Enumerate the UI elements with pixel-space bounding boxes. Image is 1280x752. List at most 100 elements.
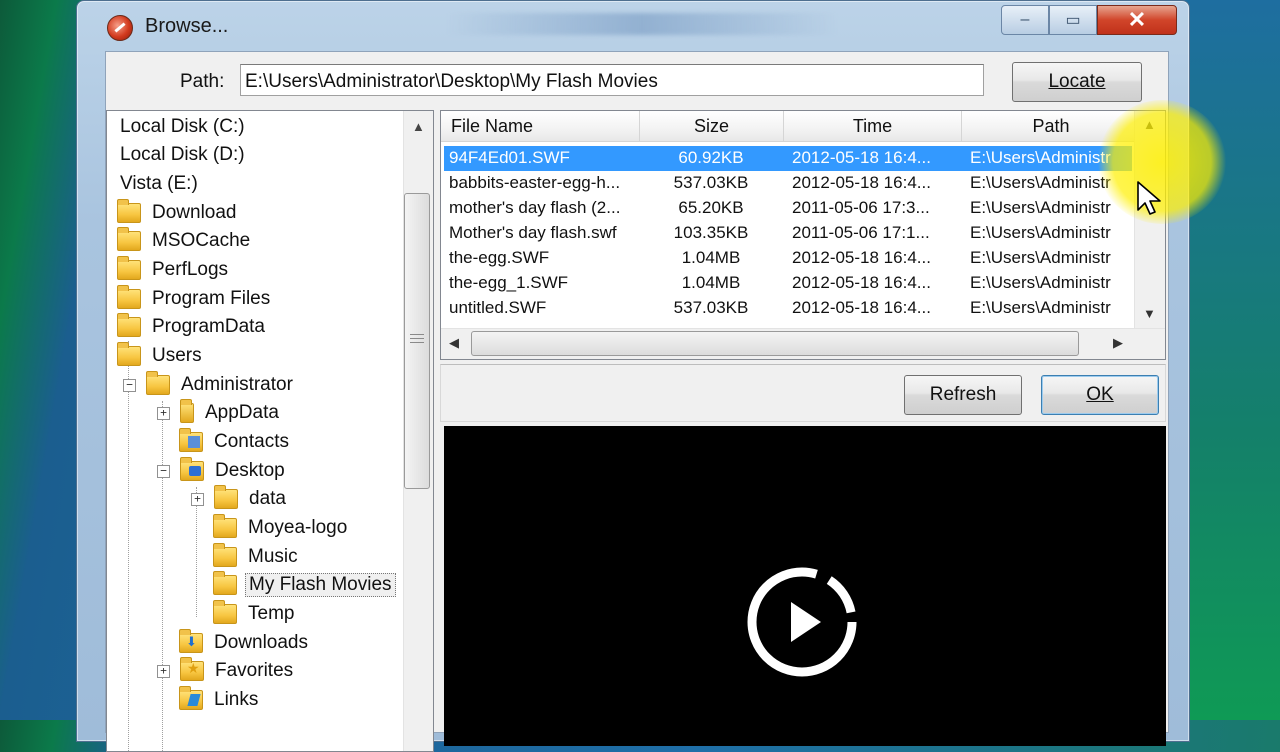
tree-item-links[interactable]: Links bbox=[179, 686, 261, 714]
file-list[interactable]: File Name Size Time Path 94F4Ed01.SWF 60… bbox=[440, 110, 1166, 360]
scrollbar-corner bbox=[1135, 329, 1165, 359]
file-row[interactable]: babbits-easter-egg-h... 537.03KB 2012-05… bbox=[444, 171, 1132, 196]
file-row[interactable]: the-egg.SWF 1.04MB 2012-05-18 16:4... E:… bbox=[444, 246, 1132, 271]
folder-icon bbox=[213, 543, 237, 567]
scroll-down-arrow-icon[interactable]: ▼ bbox=[1143, 306, 1156, 321]
expand-icon[interactable]: + bbox=[157, 664, 170, 678]
minimize-button[interactable]: ‒ bbox=[1001, 5, 1049, 35]
tree-item-desktop[interactable]: − Desktop bbox=[157, 457, 288, 485]
column-header-size[interactable]: Size bbox=[640, 111, 784, 141]
title-bar[interactable]: Browse... ‒ ▭ ✕ bbox=[77, 1, 1189, 51]
tree-item-perflogs[interactable]: PerfLogs bbox=[117, 256, 231, 284]
path-input[interactable]: E:\Users\Administrator\Desktop\My Flash … bbox=[240, 64, 984, 96]
tree-item-moyea-logo[interactable]: Moyea-logo bbox=[213, 514, 350, 542]
tree-item-label: Desktop bbox=[215, 460, 285, 481]
folder-tree[interactable]: Local Disk (C:) Local Disk (D:) Vista (E… bbox=[106, 110, 434, 752]
folder-icon bbox=[146, 371, 170, 395]
expand-icon[interactable]: + bbox=[157, 406, 170, 420]
locate-button[interactable]: Locate bbox=[1012, 62, 1142, 102]
tree-item-local-disk-c[interactable]: Local Disk (C:) bbox=[117, 113, 248, 141]
tree-item-appdata[interactable]: + AppData bbox=[157, 399, 282, 427]
folder-icon bbox=[213, 600, 237, 624]
tree-item-users[interactable]: Users bbox=[117, 342, 205, 370]
column-header-file-name[interactable]: File Name bbox=[441, 111, 640, 141]
collapse-icon[interactable]: − bbox=[123, 378, 136, 392]
app-logo-icon bbox=[107, 15, 133, 41]
play-icon[interactable] bbox=[746, 566, 858, 678]
tree-item-msocache[interactable]: MSOCache bbox=[117, 227, 253, 255]
tree-item-data[interactable]: + data bbox=[191, 485, 289, 513]
scroll-left-arrow-icon[interactable]: ◀ bbox=[449, 335, 459, 351]
file-row[interactable]: untitled.SWF 537.03KB 2012-05-18 16:4...… bbox=[444, 296, 1132, 321]
expand-icon[interactable]: + bbox=[191, 492, 204, 506]
tree-item-label: MSOCache bbox=[152, 230, 251, 251]
cell-file-name: 94F4Ed01.SWF bbox=[449, 148, 570, 167]
tree-item-label: data bbox=[249, 488, 286, 509]
close-button[interactable]: ✕ bbox=[1097, 5, 1177, 35]
tree-guide-line bbox=[128, 341, 129, 751]
tree-item-label: Moyea-logo bbox=[248, 517, 348, 538]
flash-preview-pane[interactable] bbox=[444, 426, 1166, 746]
cell-file-name: babbits-easter-egg-h... bbox=[449, 173, 621, 192]
tree-item-label: Music bbox=[248, 546, 298, 567]
tree-item-vista-e[interactable]: Vista (E:) bbox=[117, 170, 201, 198]
dialog-body: Path: E:\Users\Administrator\Desktop\My … bbox=[105, 51, 1169, 752]
grip-icon bbox=[410, 334, 424, 346]
list-vertical-scrollbar[interactable]: ▲ ▼ bbox=[1134, 111, 1165, 329]
cell-time: 2012-05-18 16:4... bbox=[792, 248, 931, 267]
tree-item-programdata[interactable]: ProgramData bbox=[117, 313, 268, 341]
tree-item-downloads[interactable]: Downloads bbox=[179, 629, 311, 657]
tree-item-label: Local Disk (D:) bbox=[120, 144, 245, 165]
folder-icon bbox=[213, 514, 237, 538]
cell-time: 2012-05-18 16:4... bbox=[792, 298, 931, 317]
tree-item-label: Local Disk (C:) bbox=[120, 116, 245, 137]
downloads-folder-icon bbox=[179, 629, 203, 653]
tree-item-label: Temp bbox=[248, 603, 295, 624]
tree-item-music[interactable]: Music bbox=[213, 543, 301, 571]
file-row[interactable]: the-egg_1.SWF 1.04MB 2012-05-18 16:4... … bbox=[444, 271, 1132, 296]
cell-path: E:\Users\Administr bbox=[970, 148, 1111, 167]
file-row[interactable]: Mother's day flash.swf 103.35KB 2011-05-… bbox=[444, 221, 1132, 246]
cell-size: 1.04MB bbox=[681, 248, 741, 267]
tree-item-temp[interactable]: Temp bbox=[213, 600, 297, 628]
maximize-button[interactable]: ▭ bbox=[1049, 5, 1097, 35]
list-horizontal-scrollbar[interactable]: ◀ ▶ bbox=[441, 328, 1165, 359]
column-header-time[interactable]: Time bbox=[784, 111, 962, 141]
ok-button[interactable]: OK bbox=[1041, 375, 1159, 415]
file-row-selected[interactable]: 94F4Ed01.SWF 60.92KB 2012-05-18 16:4... … bbox=[444, 146, 1132, 171]
folder-icon bbox=[117, 256, 141, 280]
cell-time: 2012-05-18 16:4... bbox=[792, 148, 931, 167]
favorites-folder-icon bbox=[180, 657, 204, 681]
collapse-icon[interactable]: − bbox=[157, 464, 170, 478]
cell-size: 65.20KB bbox=[678, 198, 744, 217]
cell-path: E:\Users\Administr bbox=[970, 173, 1111, 192]
tree-item-my-flash-movies[interactable]: My Flash Movies bbox=[213, 571, 396, 599]
cell-path: E:\Users\Administr bbox=[970, 248, 1111, 267]
tree-item-label: Links bbox=[214, 689, 259, 710]
refresh-button[interactable]: Refresh bbox=[904, 375, 1022, 415]
tree-item-download[interactable]: Download bbox=[117, 199, 240, 227]
scroll-up-arrow-icon[interactable]: ▲ bbox=[412, 119, 425, 134]
cell-time: 2011-05-06 17:1... bbox=[792, 223, 930, 242]
tree-item-label: PerfLogs bbox=[152, 259, 229, 280]
file-row[interactable]: mother's day flash (2... 65.20KB 2011-05… bbox=[444, 196, 1132, 221]
tree-item-favorites[interactable]: + Favorites bbox=[157, 657, 296, 685]
tree-item-contacts[interactable]: Contacts bbox=[179, 428, 292, 456]
tree-item-program-files[interactable]: Program Files bbox=[117, 285, 273, 313]
tree-item-local-disk-d[interactable]: Local Disk (D:) bbox=[117, 141, 248, 169]
tree-item-label: Download bbox=[152, 202, 237, 223]
list-hscroll-thumb[interactable] bbox=[471, 331, 1079, 356]
cell-file-name: the-egg.SWF bbox=[449, 248, 550, 267]
locate-label: Locate bbox=[1048, 71, 1106, 92]
cell-file-name: mother's day flash (2... bbox=[449, 198, 621, 217]
tree-item-administrator[interactable]: − Administrator bbox=[123, 371, 296, 399]
folder-icon bbox=[117, 227, 141, 251]
scroll-right-arrow-icon[interactable]: ▶ bbox=[1113, 335, 1123, 351]
folder-icon bbox=[117, 199, 141, 223]
tree-scroll-thumb[interactable] bbox=[404, 193, 430, 489]
scroll-up-arrow-icon[interactable]: ▲ bbox=[1143, 117, 1156, 132]
tree-scrollbar[interactable]: ▲ bbox=[403, 111, 433, 751]
cell-time: 2012-05-18 16:4... bbox=[792, 273, 931, 292]
column-header-path[interactable]: Path bbox=[962, 111, 1141, 141]
desktop-folder-icon bbox=[180, 457, 204, 481]
